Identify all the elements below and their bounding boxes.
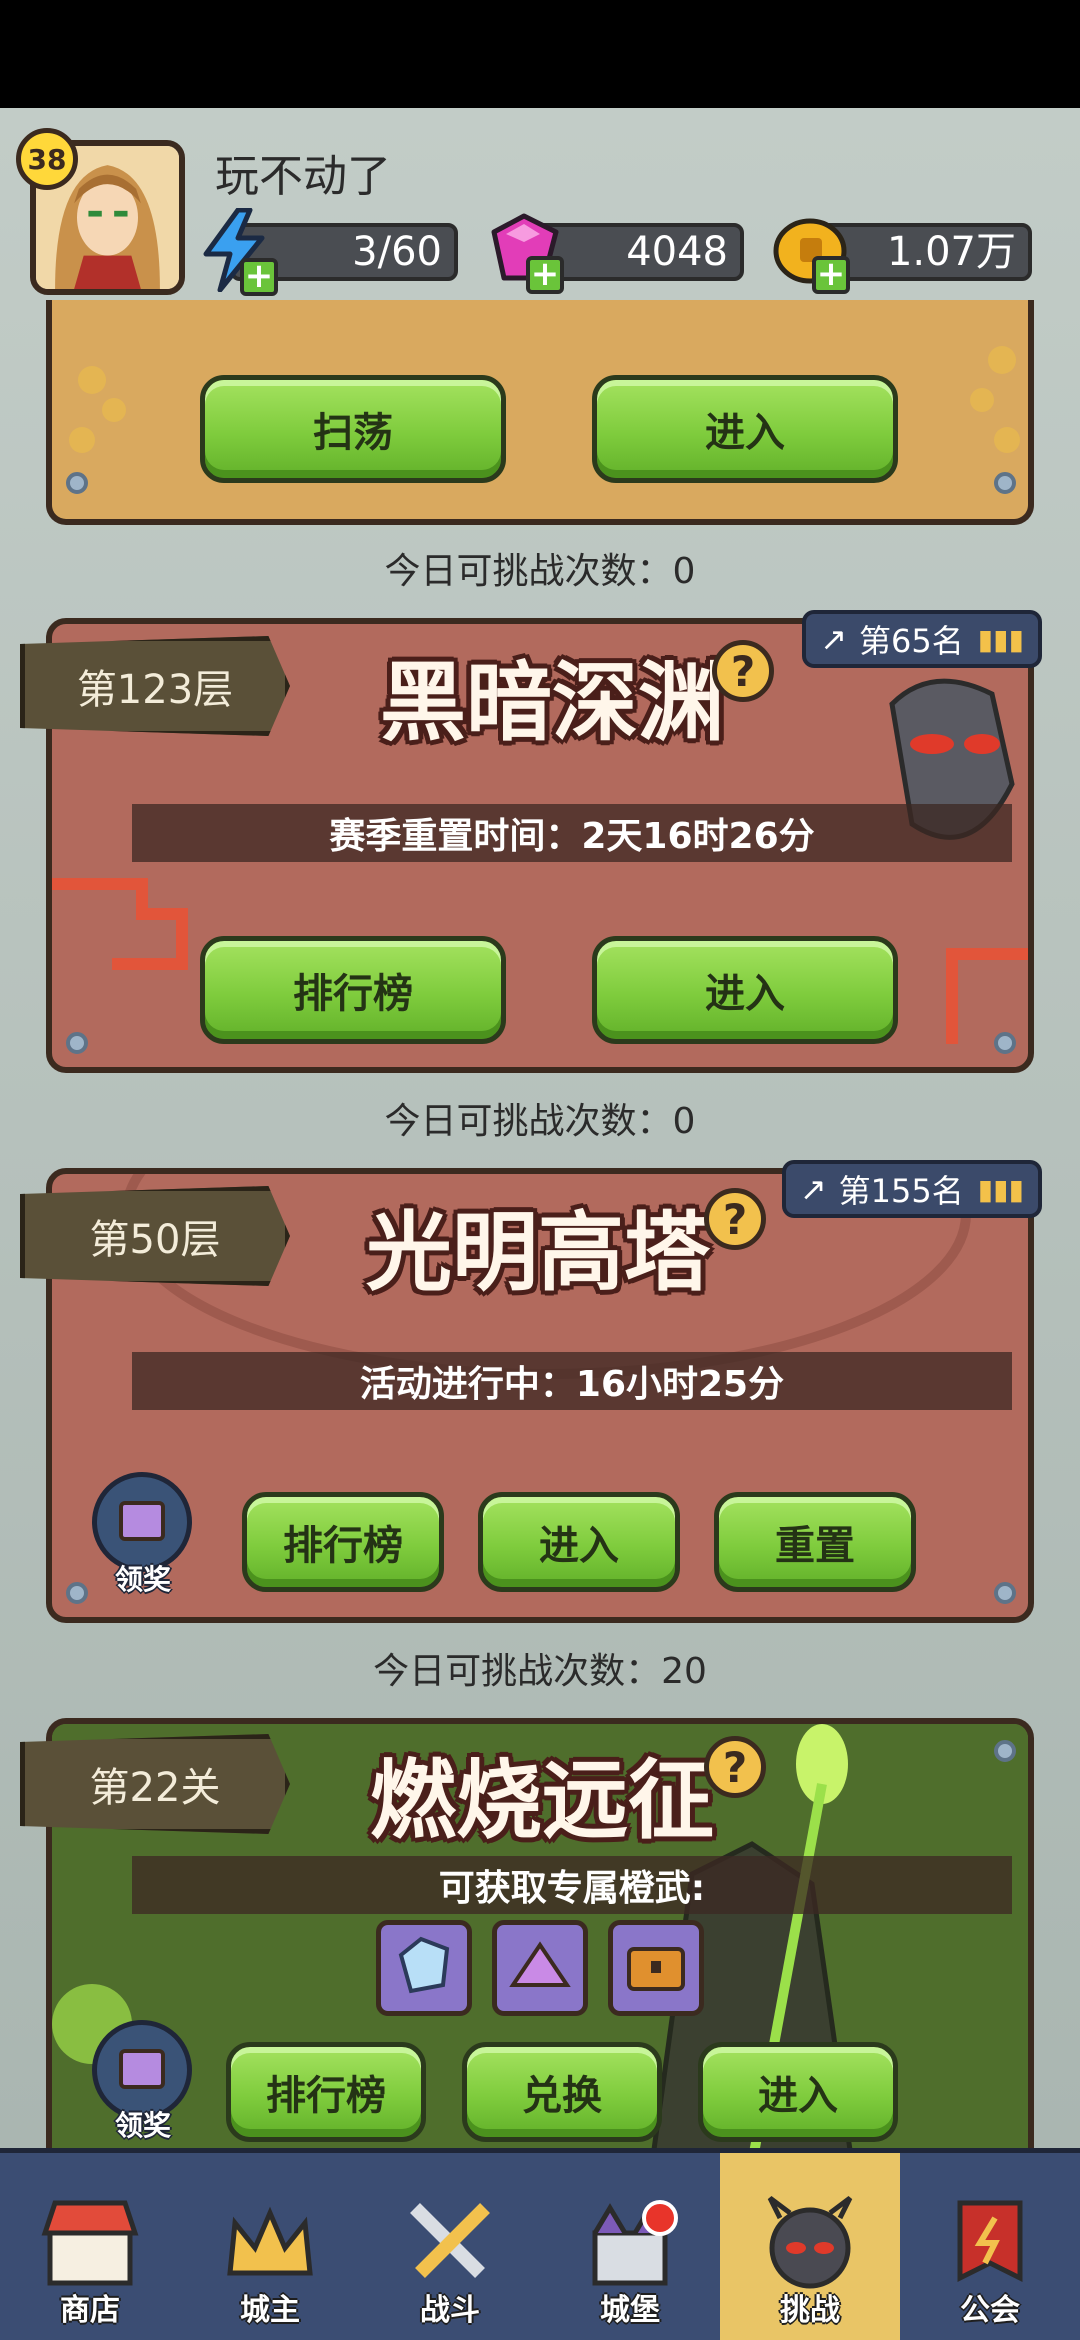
rivet xyxy=(66,472,88,494)
sweep-button[interactable]: 扫荡 xyxy=(200,375,506,483)
amethyst-item-icon[interactable] xyxy=(492,1920,588,2016)
rivet xyxy=(994,1032,1016,1054)
chest-icon xyxy=(119,2049,165,2089)
tower-floor-flag: 第50层 xyxy=(20,1186,290,1286)
expedition-enter-button[interactable]: 进入 xyxy=(698,2042,898,2142)
nav-label: 公会 xyxy=(960,2293,1020,2328)
tower-leaderboard-button[interactable]: 排行榜 xyxy=(242,1492,444,1592)
add-gold-button[interactable]: + xyxy=(812,256,850,294)
expedition-exchange-button[interactable]: 兑换 xyxy=(462,2042,662,2142)
abyss-floor-flag: 第123层 xyxy=(20,636,290,736)
bar-chart-icon: ▮▮▮ xyxy=(977,1172,1024,1206)
nav-guild[interactable]: 公会 xyxy=(900,2153,1080,2340)
crossed-swords-icon xyxy=(410,2203,490,2278)
rivet xyxy=(994,472,1016,494)
abyss-enter-button[interactable]: 进入 xyxy=(592,936,898,1044)
nav-battle[interactable]: 战斗 xyxy=(360,2153,540,2340)
nav-lord[interactable]: 城主 xyxy=(180,2153,360,2340)
rivet xyxy=(66,1582,88,1604)
season-reset-banner: 赛季重置时间：2天16时26分 xyxy=(132,804,1012,862)
event-timer-banner: 活动进行中：16小时25分 xyxy=(132,1352,1012,1410)
trend-up-icon: ↗ xyxy=(820,620,848,658)
add-energy-button[interactable]: + xyxy=(240,258,278,296)
crown-icon xyxy=(227,2206,313,2276)
abyss-leaderboard-button[interactable]: 排行榜 xyxy=(200,936,506,1044)
abyss-rank-text: 第65名 xyxy=(859,622,964,660)
rivet xyxy=(994,1740,1016,1762)
treasure-chest-item-icon[interactable] xyxy=(608,1920,704,2016)
rivet xyxy=(994,1582,1016,1604)
expedition-reward-label: 领奖 xyxy=(114,2109,171,2142)
castle-notification-dot xyxy=(642,2200,678,2236)
sweep-enter-button[interactable]: 进入 xyxy=(592,375,898,483)
abyss-title: 黑暗深渊 xyxy=(380,653,724,753)
tower-reward-label: 领奖 xyxy=(114,1563,171,1596)
rivet xyxy=(66,1032,88,1054)
add-gems-button[interactable]: + xyxy=(526,256,564,294)
nav-label: 城主 xyxy=(240,2293,300,2328)
tower-rank-badge[interactable]: ↗ 第155名 ▮▮▮ xyxy=(781,1160,1042,1218)
tower-enter-button[interactable]: 进入 xyxy=(478,1492,680,1592)
chest-icon xyxy=(119,1501,165,1541)
exclusive-gear-banner: 可获取专属橙武: xyxy=(132,1856,1012,1914)
abyss-rank-badge[interactable]: ↗ 第65名 ▮▮▮ xyxy=(802,610,1042,668)
tower-rank-text: 第155名 xyxy=(838,1172,964,1210)
nav-label: 商店 xyxy=(60,2293,120,2328)
nav-castle[interactable]: 城堡 xyxy=(540,2153,720,2340)
shop-icon xyxy=(41,2200,139,2286)
sweep-card: 扫荡 进入 xyxy=(46,300,1034,525)
nav-shop[interactable]: 商店 xyxy=(0,2153,180,2340)
nav-label: 挑战 xyxy=(780,2293,840,2328)
level-badge: 38 xyxy=(16,128,78,190)
tower-title: 光明高塔 xyxy=(366,1203,710,1303)
expedition-title: 燃烧远征 xyxy=(370,1751,714,1851)
tower-help-icon[interactable]: ? xyxy=(704,1188,766,1250)
player-name: 玩不动了 xyxy=(215,151,391,202)
trend-up-icon: ↗ xyxy=(799,1170,827,1208)
tower-reset-button[interactable]: 重置 xyxy=(714,1492,916,1592)
expedition-stage-flag: 第22关 xyxy=(20,1734,290,1834)
nav-label: 城堡 xyxy=(600,2293,660,2328)
expedition-leaderboard-button[interactable]: 排行榜 xyxy=(226,2042,426,2142)
nav-challenge[interactable]: 挑战 xyxy=(720,2153,900,2340)
bottom-nav: 商店 城主 战斗 城堡 挑战 公会 xyxy=(0,2148,1080,2340)
nav-label: 战斗 xyxy=(420,2293,480,2328)
tower-reward-chest[interactable] xyxy=(92,1472,192,1572)
guild-banner-icon xyxy=(957,2200,1023,2283)
demon-icon xyxy=(767,2196,853,2289)
abyss-help-icon[interactable]: ? xyxy=(712,640,774,702)
tower-attempts: 今日可挑战次数：20 xyxy=(373,1651,707,1692)
sweep-attempts: 今日可挑战次数：0 xyxy=(384,551,696,592)
bar-chart-icon: ▮▮▮ xyxy=(977,622,1024,656)
status-bar xyxy=(0,0,1080,108)
crystal-item-icon[interactable] xyxy=(376,1920,472,2016)
expedition-help-icon[interactable]: ? xyxy=(704,1736,766,1798)
abyss-attempts: 今日可挑战次数：0 xyxy=(384,1101,696,1142)
